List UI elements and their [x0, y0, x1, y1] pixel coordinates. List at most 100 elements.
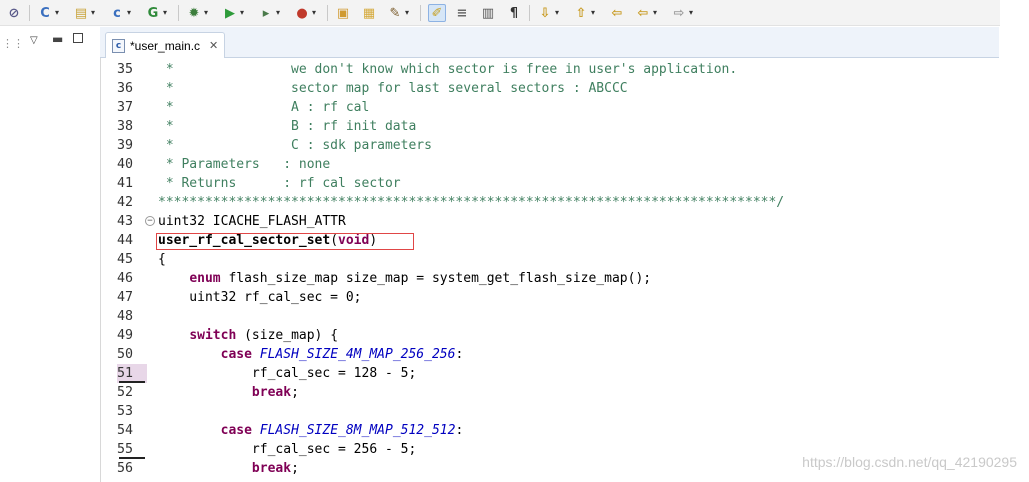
- code-line[interactable]: 38 * B : rf init data: [101, 117, 1000, 136]
- minimize-icon[interactable]: ▬: [52, 32, 63, 46]
- editor-tab-bar: c *user_main.c ✕: [100, 27, 999, 58]
- code-line[interactable]: 37 * A : rf cal: [101, 98, 1000, 117]
- open-folder-button[interactable]: ▦: [361, 4, 377, 22]
- dropdown-arrow-icon[interactable]: ▾: [127, 9, 131, 17]
- line-number: 56: [117, 461, 134, 476]
- view-menu-icon[interactable]: ⋮⋮: [2, 37, 24, 50]
- code-token: * sector map for last several sectors : …: [158, 81, 628, 96]
- open-type-button[interactable]: ▣: [335, 4, 351, 22]
- code-line[interactable]: 41 * Returns : rf cal sector: [101, 174, 1000, 193]
- new-c-project-icon: C: [40, 5, 50, 21]
- dropdown-arrow-icon[interactable]: ▾: [276, 9, 280, 17]
- dropdown-arrow-icon[interactable]: ▾: [555, 9, 559, 17]
- code-token: ****************************************…: [158, 195, 785, 210]
- line-number: 54: [117, 423, 134, 438]
- run-button[interactable]: ▶ ▾: [222, 4, 244, 22]
- tab-title: *user_main.c: [130, 38, 201, 53]
- code-line[interactable]: 48: [101, 307, 1000, 326]
- code-token: uint32 rf_cal_sec = 0;: [158, 290, 362, 305]
- back-to-edit-icon: ⇦: [611, 5, 623, 21]
- line-number: 44: [117, 233, 134, 248]
- line-number: 52: [117, 385, 134, 400]
- toolbar-separator: [29, 5, 30, 21]
- code-text: uint32 ICACHE_FLASH_ATTR: [158, 212, 346, 231]
- code-editor[interactable]: 35 * we don't know which sector is free …: [100, 58, 999, 482]
- code-line[interactable]: 46 enum flash_size_map size_map = system…: [101, 269, 1000, 288]
- open-type-icon: ▣: [336, 5, 350, 21]
- dropdown-arrow-icon[interactable]: ▾: [163, 9, 167, 17]
- next-annotation-button[interactable]: ⇩ ▾: [537, 4, 559, 22]
- new-folder-icon: ▤: [74, 5, 88, 21]
- code-token: ;: [291, 461, 299, 476]
- code-line[interactable]: 47 uint32 rf_cal_sec = 0;: [101, 288, 1000, 307]
- code-line[interactable]: 53: [101, 402, 1000, 421]
- code-line[interactable]: 43 − uint32 ICACHE_FLASH_ATTR: [101, 212, 1000, 231]
- new-c-project-button[interactable]: C ▾: [37, 4, 59, 22]
- code-token: break: [251, 385, 292, 400]
- line-number: 53: [117, 404, 134, 419]
- run-last-button[interactable]: ▸ ▾: [258, 4, 280, 22]
- dropdown-arrow-icon[interactable]: ▾: [591, 9, 595, 17]
- code-text: * C : sdk parameters: [158, 136, 432, 155]
- new-class-button[interactable]: G ▾: [145, 4, 167, 22]
- tab-user-main[interactable]: c *user_main.c ✕: [105, 32, 225, 58]
- paragraph-button[interactable]: ¶: [506, 4, 522, 22]
- new-class-icon: G: [147, 5, 159, 21]
- dropdown-arrow-icon[interactable]: ▾: [204, 9, 208, 17]
- show-whitespace-button[interactable]: ▥: [480, 4, 496, 22]
- code-text: {: [158, 250, 166, 269]
- left-view-panel: ⋮⋮ ▽ ▬: [0, 27, 100, 482]
- back-button[interactable]: ⇦ ▾: [635, 4, 657, 22]
- maximize-icon[interactable]: [73, 33, 83, 43]
- previous-annotation-button[interactable]: ⇧ ▾: [573, 4, 595, 22]
- main-toolbar: ⊘ C ▾ ▤ ▾ c ▾ G ▾ ✹ ▾ ▶ ▾ ▸ ▾ ● ▾ ▣ ▦ ✎ ▾ ✐ ≡ ▥ ¶ ⇩ ▾ ⇧ ▾ ⇦ ⇦ ▾ ⇨ ▾: [0, 0, 1000, 26]
- close-icon[interactable]: ✕: [209, 39, 218, 52]
- code-line[interactable]: 51 rf_cal_sec = 128 - 5;: [101, 364, 1000, 383]
- dropdown-arrow-icon[interactable]: ▾: [91, 9, 95, 17]
- dropdown-arrow-icon[interactable]: ▾: [405, 9, 409, 17]
- code-text: case FLASH_SIZE_8M_MAP_512_512:: [158, 421, 464, 440]
- code-line[interactable]: 52 break;: [101, 383, 1000, 402]
- external-tools-button[interactable]: ● ▾: [294, 4, 316, 22]
- run-last-icon: ▸: [262, 5, 270, 21]
- dropdown-arrow-icon[interactable]: ▾: [689, 9, 693, 17]
- external-tools-icon: ●: [296, 5, 308, 21]
- code-line[interactable]: 40 * Parameters : none: [101, 155, 1000, 174]
- code-line[interactable]: 36 * sector map for last several sectors…: [101, 79, 1000, 98]
- code-line[interactable]: 39 * C : sdk parameters: [101, 136, 1000, 155]
- code-line[interactable]: 49 switch (size_map) {: [101, 326, 1000, 345]
- skip-breakpoints-icon: ⊘: [8, 5, 20, 21]
- watermark: https://blog.csdn.net/qq_42190295: [802, 454, 1017, 470]
- toggle-comment-button[interactable]: ≡: [454, 4, 470, 22]
- code-line[interactable]: 54 case FLASH_SIZE_8M_MAP_512_512:: [101, 421, 1000, 440]
- code-line[interactable]: 35 * we don't know which sector is free …: [101, 60, 1000, 79]
- run-icon: ▶: [225, 5, 235, 21]
- code-text: rf_cal_sec = 256 - 5;: [158, 440, 416, 459]
- code-token: enum: [189, 271, 221, 286]
- toolbar-separator: [178, 5, 179, 21]
- dropdown-icon[interactable]: ▽: [30, 35, 38, 46]
- dropdown-arrow-icon[interactable]: ▾: [312, 9, 316, 17]
- code-line[interactable]: 50 case FLASH_SIZE_4M_MAP_256_256:: [101, 345, 1000, 364]
- fold-collapse-icon[interactable]: −: [145, 216, 155, 226]
- code-text: * Returns : rf cal sector: [158, 174, 401, 193]
- code-text: * A : rf cal: [158, 98, 370, 117]
- new-c-file-button[interactable]: c ▾: [109, 4, 131, 22]
- code-line[interactable]: 45 {: [101, 250, 1000, 269]
- mark-occurrences-button[interactable]: ✐: [428, 4, 446, 22]
- dropdown-arrow-icon[interactable]: ▾: [240, 9, 244, 17]
- highlight-box: [156, 233, 414, 250]
- debug-button[interactable]: ✹ ▾: [186, 4, 208, 22]
- mark-occurrences-icon: ✐: [431, 5, 443, 21]
- code-line[interactable]: 42 **************************************…: [101, 193, 1000, 212]
- back-to-edit-button[interactable]: ⇦: [609, 4, 625, 22]
- skip-breakpoints-button[interactable]: ⊘: [6, 4, 22, 22]
- dropdown-arrow-icon[interactable]: ▾: [55, 9, 59, 17]
- dropdown-arrow-icon[interactable]: ▾: [653, 9, 657, 17]
- new-c-file-icon: c: [113, 5, 121, 21]
- forward-button[interactable]: ⇨ ▾: [671, 4, 693, 22]
- new-folder-button[interactable]: ▤ ▾: [73, 4, 95, 22]
- search-button[interactable]: ✎ ▾: [387, 4, 409, 22]
- code-token: * we don't know which sector is free in …: [158, 62, 738, 77]
